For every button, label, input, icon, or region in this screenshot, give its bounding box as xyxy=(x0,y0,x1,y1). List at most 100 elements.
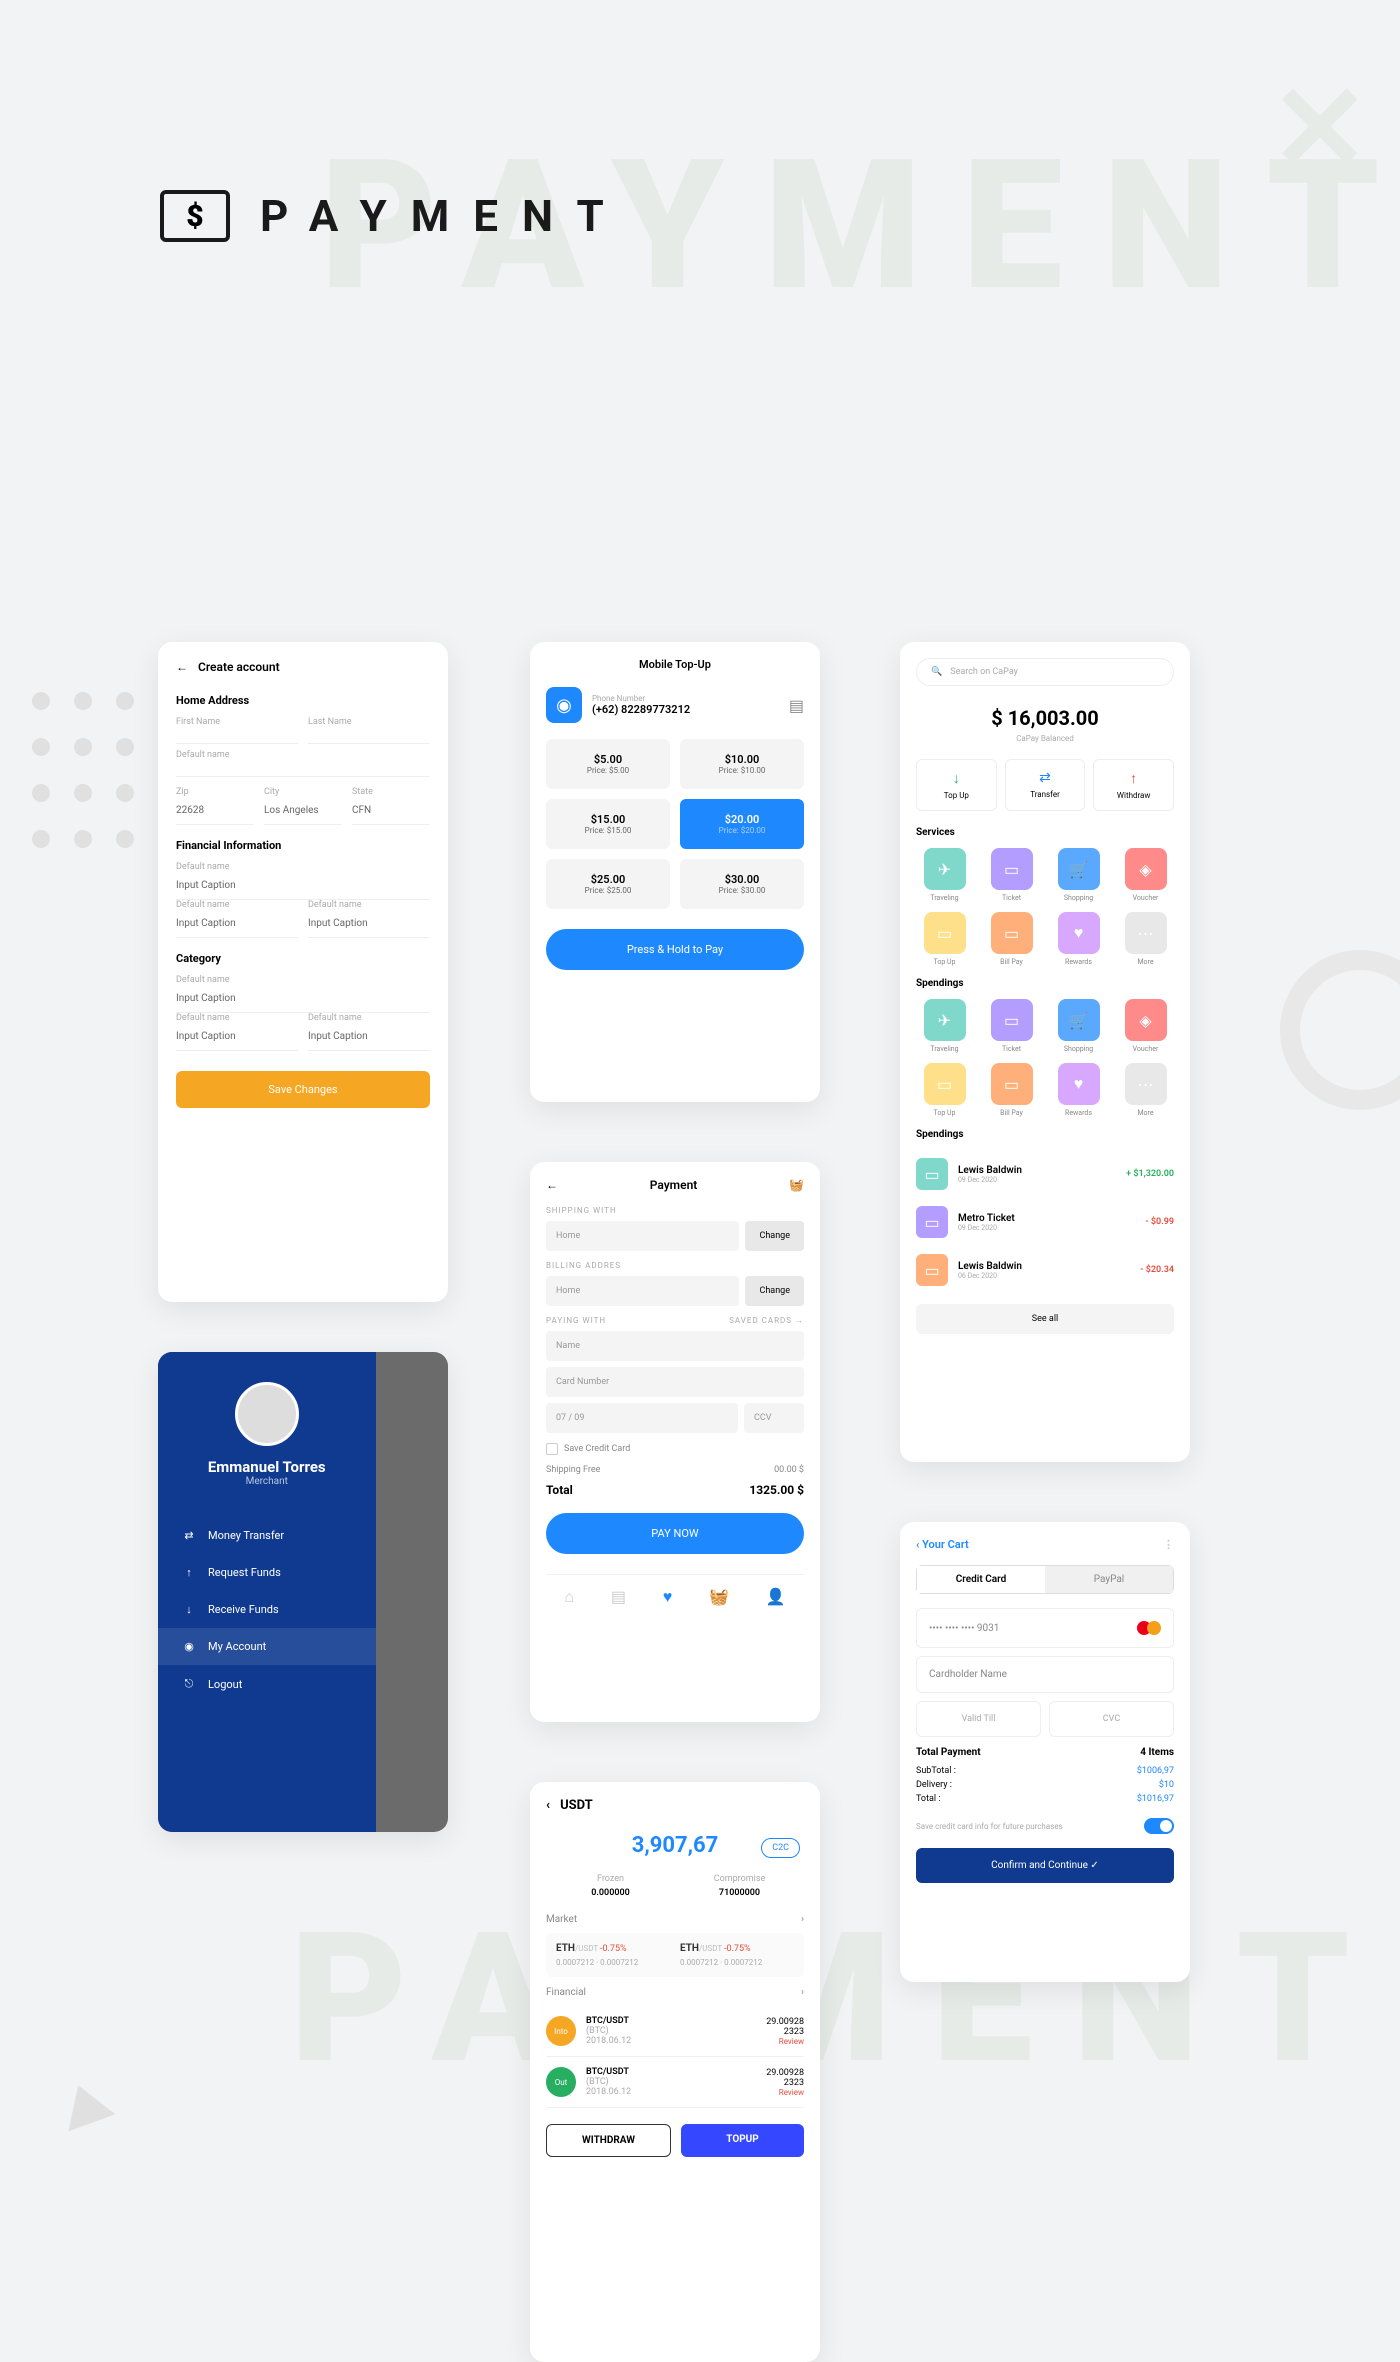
menu-item[interactable]: ↓Receive Funds xyxy=(158,1591,376,1628)
name-input[interactable]: Name xyxy=(546,1331,804,1361)
topup-button[interactable]: TOPUP xyxy=(681,2124,804,2157)
cvc-input[interactable]: CVC xyxy=(1049,1701,1174,1737)
transaction-row[interactable]: ▭Metro Ticket09 Dec 2020- $0.99 xyxy=(916,1198,1174,1246)
bag-icon[interactable]: 🧺 xyxy=(789,1178,804,1192)
transaction-row[interactable]: IntoBTC/USDT(BTC)2018.06.1229.009282323R… xyxy=(546,2006,804,2057)
nav-heart-icon[interactable]: ♥ xyxy=(663,1587,673,1607)
back-icon[interactable]: ← xyxy=(546,1178,558,1192)
menu-icon: ↑ xyxy=(182,1566,196,1579)
save-card-toggle[interactable] xyxy=(1144,1818,1174,1834)
amount-option[interactable]: $15.00Price: $15.00 xyxy=(546,799,670,849)
service-item[interactable]: ⋯More xyxy=(1117,912,1174,966)
service-item[interactable]: ◈Voucher xyxy=(1117,848,1174,902)
amount-option[interactable]: $25.00Price: $25.00 xyxy=(546,859,670,909)
pay-now-button[interactable]: PAY NOW xyxy=(546,1513,804,1554)
menu-icon: ⎋ xyxy=(182,1677,196,1691)
search-input[interactable]: 🔍Search on CaPay xyxy=(916,658,1174,686)
text-input[interactable]: Input Caption xyxy=(176,912,298,938)
cardholder-input[interactable]: Cardholder Name xyxy=(916,1656,1174,1693)
transaction-row[interactable]: ▭Lewis Baldwin06 Dec 2020- $20.34 xyxy=(916,1246,1174,1294)
market-card[interactable]: ETH/USDT -0.75%0.0007212 · 0.0007212 xyxy=(556,1943,670,1967)
amount-option[interactable]: $20.00Price: $20.00 xyxy=(680,799,804,849)
service-item[interactable]: ⋯More xyxy=(1117,1063,1174,1117)
avatar[interactable] xyxy=(235,1382,299,1446)
action-button[interactable]: ↓Top Up xyxy=(916,759,997,811)
nav-list-icon[interactable]: ▤ xyxy=(611,1587,626,1607)
amount-option[interactable]: $30.00Price: $30.00 xyxy=(680,859,804,909)
service-item[interactable]: ▭Bill Pay xyxy=(983,1063,1040,1117)
back-icon[interactable]: ← xyxy=(176,660,188,674)
menu-item[interactable]: ⎋Logout xyxy=(158,1665,376,1703)
first-name-input[interactable] xyxy=(176,729,298,744)
tab-paypal[interactable]: PayPal xyxy=(1045,1566,1173,1593)
valid-till-input[interactable]: Valid Till xyxy=(916,1701,1041,1737)
saved-cards-link[interactable]: SAVED CARDS → xyxy=(729,1316,804,1325)
text-input[interactable]: Input Caption xyxy=(176,874,430,900)
c2c-badge[interactable]: C2C xyxy=(761,1838,800,1858)
ccv-input[interactable]: CCV xyxy=(744,1403,804,1433)
withdraw-button[interactable]: WITHDRAW xyxy=(546,2124,671,2157)
text-input[interactable]: Input Caption xyxy=(308,1025,430,1051)
confirm-button[interactable]: Confirm and Continue ✓ xyxy=(916,1848,1174,1883)
city-input[interactable]: Los Angeles xyxy=(264,799,342,825)
service-icon: ◈ xyxy=(1125,848,1167,890)
change-button[interactable]: Change xyxy=(745,1221,804,1251)
text-input[interactable] xyxy=(176,762,430,777)
item-count: 4 Items xyxy=(1140,1747,1174,1758)
nav-home-icon[interactable]: ⌂ xyxy=(564,1587,574,1607)
service-item[interactable]: ♥Rewards xyxy=(1050,1063,1107,1117)
service-icon: ▭ xyxy=(991,912,1033,954)
service-item[interactable]: ▭Top Up xyxy=(916,912,973,966)
save-card-checkbox[interactable] xyxy=(546,1443,558,1455)
field-label: Default name xyxy=(176,750,430,760)
profile-role: Merchant xyxy=(158,1476,376,1487)
menu-item[interactable]: ⇄Money Transfer xyxy=(158,1517,376,1554)
text-input[interactable]: Input Caption xyxy=(176,987,430,1013)
chevron-right-icon[interactable]: › xyxy=(801,1914,804,1925)
action-button[interactable]: ↑Withdraw xyxy=(1093,759,1174,811)
service-item[interactable]: ▭Ticket xyxy=(983,848,1040,902)
text-input[interactable]: Input Caption xyxy=(176,1025,298,1051)
service-item[interactable]: ✈Traveling xyxy=(916,999,973,1053)
service-item[interactable]: ▭Bill Pay xyxy=(983,912,1040,966)
back-icon[interactable]: ‹ xyxy=(546,1798,550,1813)
chevron-right-icon[interactable]: › xyxy=(801,1987,804,1998)
see-all-button[interactable]: See all xyxy=(916,1304,1174,1334)
shipping-input[interactable]: Home xyxy=(546,1221,739,1251)
service-item[interactable]: ◈Voucher xyxy=(1117,999,1174,1053)
card-number-input[interactable]: Card Number xyxy=(546,1367,804,1397)
transaction-row[interactable]: ▭Lewis Baldwin09 Dec 2020+ $1,320.00 xyxy=(916,1150,1174,1198)
tab-credit-card[interactable]: Credit Card xyxy=(917,1566,1045,1593)
service-item[interactable]: ♥Rewards xyxy=(1050,912,1107,966)
state-input[interactable]: CFN xyxy=(352,799,430,825)
service-item[interactable]: ▭Ticket xyxy=(983,999,1040,1053)
subtotal-label: SubTotal : xyxy=(916,1766,956,1776)
change-button[interactable]: Change xyxy=(745,1276,804,1306)
services-heading: Services xyxy=(916,827,1174,838)
menu-item[interactable]: ↑Request Funds xyxy=(158,1554,376,1591)
pay-button[interactable]: Press & Hold to Pay xyxy=(546,929,804,970)
action-button[interactable]: ⇄Transfer xyxy=(1005,759,1086,811)
zip-input[interactable]: 22628 xyxy=(176,799,254,825)
text-input[interactable]: Input Caption xyxy=(308,912,430,938)
menu-icon: ↓ xyxy=(182,1603,196,1616)
amount-option[interactable]: $10.00Price: $10.00 xyxy=(680,739,804,789)
amount-option[interactable]: $5.00Price: $5.00 xyxy=(546,739,670,789)
expiry-input[interactable]: 07 / 09 xyxy=(546,1403,738,1433)
nav-bag-icon[interactable]: 🧺 xyxy=(709,1587,729,1607)
service-item[interactable]: ✈Traveling xyxy=(916,848,973,902)
transaction-row[interactable]: OutBTC/USDT(BTC)2018.06.1229.009282323Re… xyxy=(546,2057,804,2108)
service-item[interactable]: 🛒Shopping xyxy=(1050,999,1107,1053)
market-card[interactable]: ETH/USDT -0.75%0.0007212 · 0.0007212 xyxy=(680,1943,794,1967)
nav-user-icon[interactable]: 👤 xyxy=(766,1587,786,1607)
last-name-input[interactable] xyxy=(308,729,430,744)
market-label: Market xyxy=(546,1914,577,1925)
menu-item[interactable]: ◉My Account xyxy=(158,1628,376,1665)
save-changes-button[interactable]: Save Changes xyxy=(176,1071,430,1108)
service-item[interactable]: 🛒Shopping xyxy=(1050,848,1107,902)
billing-input[interactable]: Home xyxy=(546,1276,739,1306)
total-label: Total : xyxy=(916,1794,941,1804)
contacts-icon[interactable]: ▤ xyxy=(789,696,804,715)
more-icon[interactable]: ⋮ xyxy=(1163,1538,1174,1551)
service-item[interactable]: ▭Top Up xyxy=(916,1063,973,1117)
